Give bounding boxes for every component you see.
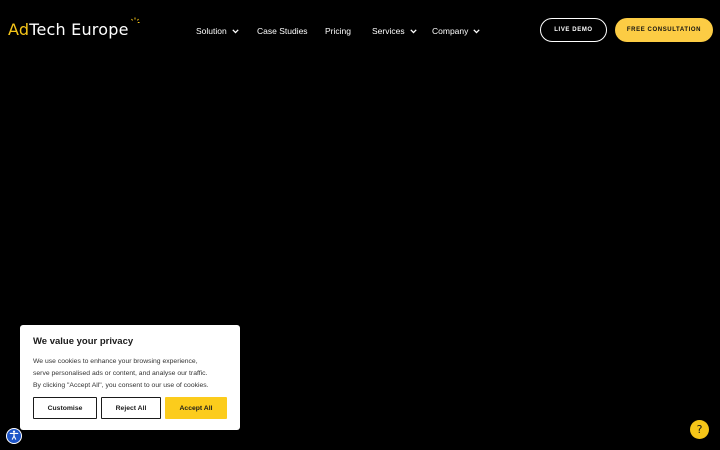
site-header: AdTech Europe Solution Case Studies Pric… xyxy=(0,0,720,60)
nav-item-label: Pricing xyxy=(325,26,351,36)
cookie-description-line: serve personalised ads or content, and a… xyxy=(33,370,208,377)
chevron-down-icon xyxy=(409,28,417,34)
nav-item-label: Case Studies xyxy=(257,26,308,36)
main-nav: Solution Case Studies Pricing Services C… xyxy=(0,0,720,60)
reject-all-button[interactable]: Reject All xyxy=(101,397,161,419)
cookie-description: We use cookies to enhance your browsing … xyxy=(33,356,227,392)
nav-item-case-studies[interactable]: Case Studies xyxy=(257,24,308,38)
cookie-actions: Customise Reject All Accept All xyxy=(33,397,227,419)
accessibility-icon xyxy=(9,427,19,445)
customise-button[interactable]: Customise xyxy=(33,397,97,419)
question-mark-icon: ? xyxy=(696,423,703,436)
cookie-consent-banner: We value your privacy We use cookies to … xyxy=(20,325,240,430)
accessibility-button[interactable] xyxy=(6,428,22,444)
cookie-description-line: We use cookies to enhance your browsing … xyxy=(33,358,198,365)
help-button[interactable]: ? xyxy=(690,420,709,439)
chevron-down-icon xyxy=(473,28,481,34)
nav-item-solution[interactable]: Solution xyxy=(196,24,239,38)
cookie-description-line: By clicking "Accept All", you consent to… xyxy=(33,382,209,389)
nav-item-label: Services xyxy=(372,26,405,36)
cookie-title: We value your privacy xyxy=(33,336,134,347)
chevron-down-icon xyxy=(232,28,239,34)
free-consultation-button[interactable]: FREE CONSULTATION xyxy=(615,18,713,42)
nav-item-pricing[interactable]: Pricing xyxy=(325,24,351,38)
live-demo-button[interactable]: LIVE DEMO xyxy=(540,18,607,42)
nav-item-services[interactable]: Services xyxy=(372,24,417,38)
accept-all-button[interactable]: Accept All xyxy=(165,397,227,419)
nav-item-company[interactable]: Company xyxy=(432,24,481,38)
nav-item-label: Company xyxy=(432,26,469,36)
nav-item-label: Solution xyxy=(196,26,227,36)
